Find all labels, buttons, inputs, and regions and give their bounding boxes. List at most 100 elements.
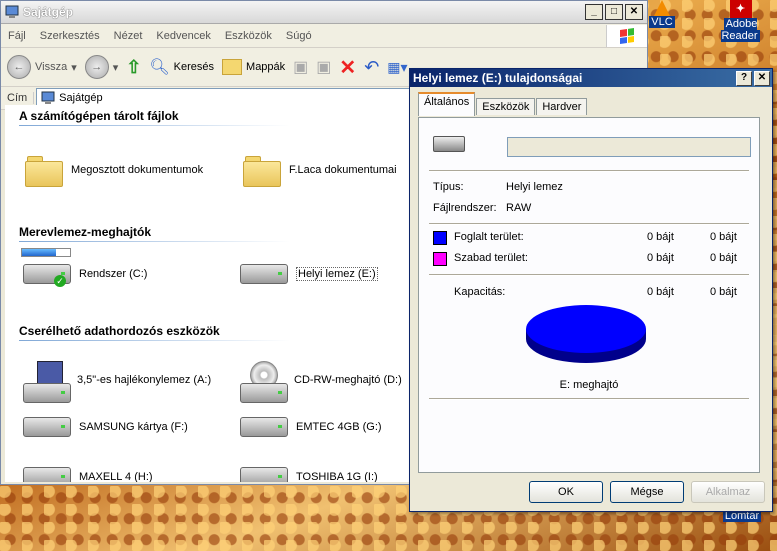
windows-flag-icon bbox=[620, 27, 634, 44]
back-dropdown-icon[interactable]: ▾ bbox=[71, 61, 77, 74]
minimize-button[interactable]: _ bbox=[585, 4, 603, 20]
emtec-g-item[interactable]: EMTEC 4GB (G:) bbox=[240, 417, 382, 437]
type-value: Helyi lemez bbox=[506, 181, 563, 193]
general-panel: Típus: Helyi lemez Fájlrendszer: RAW Fog… bbox=[418, 117, 760, 473]
drive-e-label: Helyi lemez (E:) bbox=[296, 267, 378, 281]
toshiba-i-item[interactable]: TOSHIBA 1G (I:) bbox=[240, 467, 378, 482]
cancel-button[interactable]: Mégse bbox=[610, 481, 684, 503]
used-space-swatch bbox=[433, 231, 447, 245]
menu-tools[interactable]: Eszközök bbox=[218, 30, 279, 42]
computer-icon bbox=[41, 91, 55, 104]
move-to-icon: ▣ bbox=[293, 59, 309, 76]
checkmark-icon: ✓ bbox=[54, 275, 66, 287]
explorer-title: Sajátgép bbox=[23, 5, 74, 19]
ok-button[interactable]: OK bbox=[529, 481, 603, 503]
floppy-a-item[interactable]: 3,5"-es hajlékonylemez (A:) bbox=[23, 361, 212, 403]
vlc-label: VLC bbox=[649, 16, 675, 28]
used-space-label: Foglalt terület: bbox=[454, 231, 524, 243]
menu-help[interactable]: Súgó bbox=[279, 30, 319, 42]
removable-drive-icon bbox=[23, 467, 71, 482]
section-stored-files: A számítógépen tárolt fájlok bbox=[19, 109, 289, 126]
folder-icon bbox=[243, 154, 281, 187]
apply-button[interactable]: Alkalmaz bbox=[691, 481, 765, 503]
emtec-g-label: EMTEC 4GB (G:) bbox=[296, 421, 382, 433]
menu-bar: Fájl Szerkesztés Nézet Kedvencek Eszközö… bbox=[1, 24, 647, 48]
delete-button[interactable]: ✕ bbox=[339, 55, 356, 80]
cdrw-d-item[interactable]: CD-RW-meghajtó (D:) bbox=[240, 361, 402, 403]
drive-c-label: Rendszer (C:) bbox=[79, 268, 148, 280]
views-icon: ▦▾ bbox=[387, 58, 408, 75]
capacity-bytes: 0 bájt bbox=[647, 286, 674, 298]
close-button[interactable]: ✕ bbox=[625, 4, 643, 20]
filesystem-value: RAW bbox=[506, 202, 532, 214]
flaca-documents-item[interactable]: F.Laca dokumentumai bbox=[243, 154, 397, 187]
drive-c-usage-fill bbox=[22, 249, 56, 256]
section-hard-drives: Merevlemez-meghajtók bbox=[19, 225, 289, 242]
disk-usage-pie bbox=[526, 305, 646, 363]
free-space-bytes: 0 bájt bbox=[647, 252, 674, 264]
shared-documents-item[interactable]: Megosztott dokumentumok bbox=[25, 154, 203, 187]
folders-icon bbox=[222, 59, 243, 75]
menu-file[interactable]: Fájl bbox=[1, 30, 33, 42]
free-space-label: Szabad terület: bbox=[454, 252, 528, 264]
flaca-documents-label: F.Laca dokumentumai bbox=[289, 164, 397, 176]
menu-view[interactable]: Nézet bbox=[107, 30, 150, 42]
toshiba-i-label: TOSHIBA 1G (I:) bbox=[296, 471, 378, 482]
cd-drive-icon bbox=[240, 361, 288, 403]
hard-drive-icon bbox=[240, 264, 288, 284]
type-label: Típus: bbox=[433, 181, 464, 193]
up-arrow-icon: ⇧ bbox=[126, 56, 142, 77]
forward-button[interactable]: → ▾ bbox=[84, 55, 119, 79]
dialog-tabs: Általános Eszközök Hardver bbox=[418, 92, 772, 116]
drive-e-item[interactable]: Helyi lemez (E:) bbox=[240, 264, 378, 284]
computer-icon bbox=[5, 5, 19, 18]
used-space-size: 0 bájt bbox=[710, 231, 737, 243]
capacity-size: 0 bájt bbox=[710, 286, 737, 298]
folders-button[interactable]: Mappák bbox=[222, 59, 285, 75]
samsung-f-label: SAMSUNG kártya (F:) bbox=[79, 421, 188, 433]
desktop-icon-vlc[interactable]: VLC bbox=[648, 0, 676, 28]
floppy-a-label: 3,5"-es hajlékonylemez (A:) bbox=[77, 374, 212, 386]
back-button[interactable]: ← Vissza ▾ bbox=[7, 55, 77, 79]
help-button[interactable]: ? bbox=[736, 70, 752, 86]
drive-c-usage-bar bbox=[21, 248, 71, 257]
free-space-size: 0 bájt bbox=[710, 252, 737, 264]
windows-logo bbox=[606, 24, 647, 47]
desktop-icon-adobe-reader[interactable]: ✦ Adobe Reader bbox=[704, 0, 777, 42]
undo-button[interactable]: ↶ bbox=[364, 57, 379, 78]
dialog-title: Helyi lemez (E:) tulajdonságai bbox=[413, 71, 583, 85]
search-button[interactable]: 🔍︎ Keresés bbox=[149, 57, 214, 77]
menu-favorites[interactable]: Kedvencek bbox=[149, 30, 217, 42]
removable-drive-icon bbox=[240, 417, 288, 437]
forward-dropdown-icon[interactable]: ▾ bbox=[113, 61, 119, 74]
removable-drive-icon bbox=[23, 417, 71, 437]
tab-hardware[interactable]: Hardver bbox=[536, 98, 588, 115]
search-icon: 🔍︎ bbox=[149, 59, 170, 76]
maxell-h-item[interactable]: MAXELL 4 (H:) bbox=[23, 467, 153, 482]
back-label: Vissza bbox=[35, 61, 68, 73]
tab-tools[interactable]: Eszközök bbox=[476, 98, 536, 115]
forward-arrow-icon: → bbox=[84, 55, 109, 79]
adobe-reader-icon: ✦ bbox=[729, 0, 752, 18]
dialog-close-button[interactable]: ✕ bbox=[754, 70, 770, 86]
undo-icon: ↶ bbox=[364, 56, 380, 77]
explorer-titlebar[interactable]: Sajátgép _ □ ✕ bbox=[1, 1, 647, 24]
cdrw-d-label: CD-RW-meghajtó (D:) bbox=[294, 374, 402, 386]
drive-c-item[interactable]: ✓ Rendszer (C:) bbox=[23, 264, 148, 287]
copy-to-icon: ▣ bbox=[316, 59, 332, 76]
move-to-button[interactable]: ▣ bbox=[293, 57, 308, 77]
maximize-button[interactable]: □ bbox=[605, 4, 623, 20]
back-arrow-icon: ← bbox=[7, 55, 31, 79]
maxell-h-label: MAXELL 4 (H:) bbox=[79, 471, 153, 482]
up-folder-button[interactable]: ⇧ bbox=[126, 57, 141, 78]
dialog-titlebar[interactable]: Helyi lemez (E:) tulajdonságai ? ✕ bbox=[410, 69, 772, 87]
filesystem-label: Fájlrendszer: bbox=[433, 202, 497, 214]
drive-name-input[interactable] bbox=[507, 137, 751, 157]
menu-edit[interactable]: Szerkesztés bbox=[33, 30, 107, 42]
tab-general[interactable]: Általános bbox=[418, 92, 476, 116]
samsung-f-item[interactable]: SAMSUNG kártya (F:) bbox=[23, 417, 188, 437]
views-button[interactable]: ▦▾ bbox=[387, 59, 407, 76]
copy-to-button[interactable]: ▣ bbox=[316, 57, 331, 77]
free-space-swatch bbox=[433, 252, 447, 266]
drive-caption: E: meghajtó bbox=[559, 379, 619, 391]
